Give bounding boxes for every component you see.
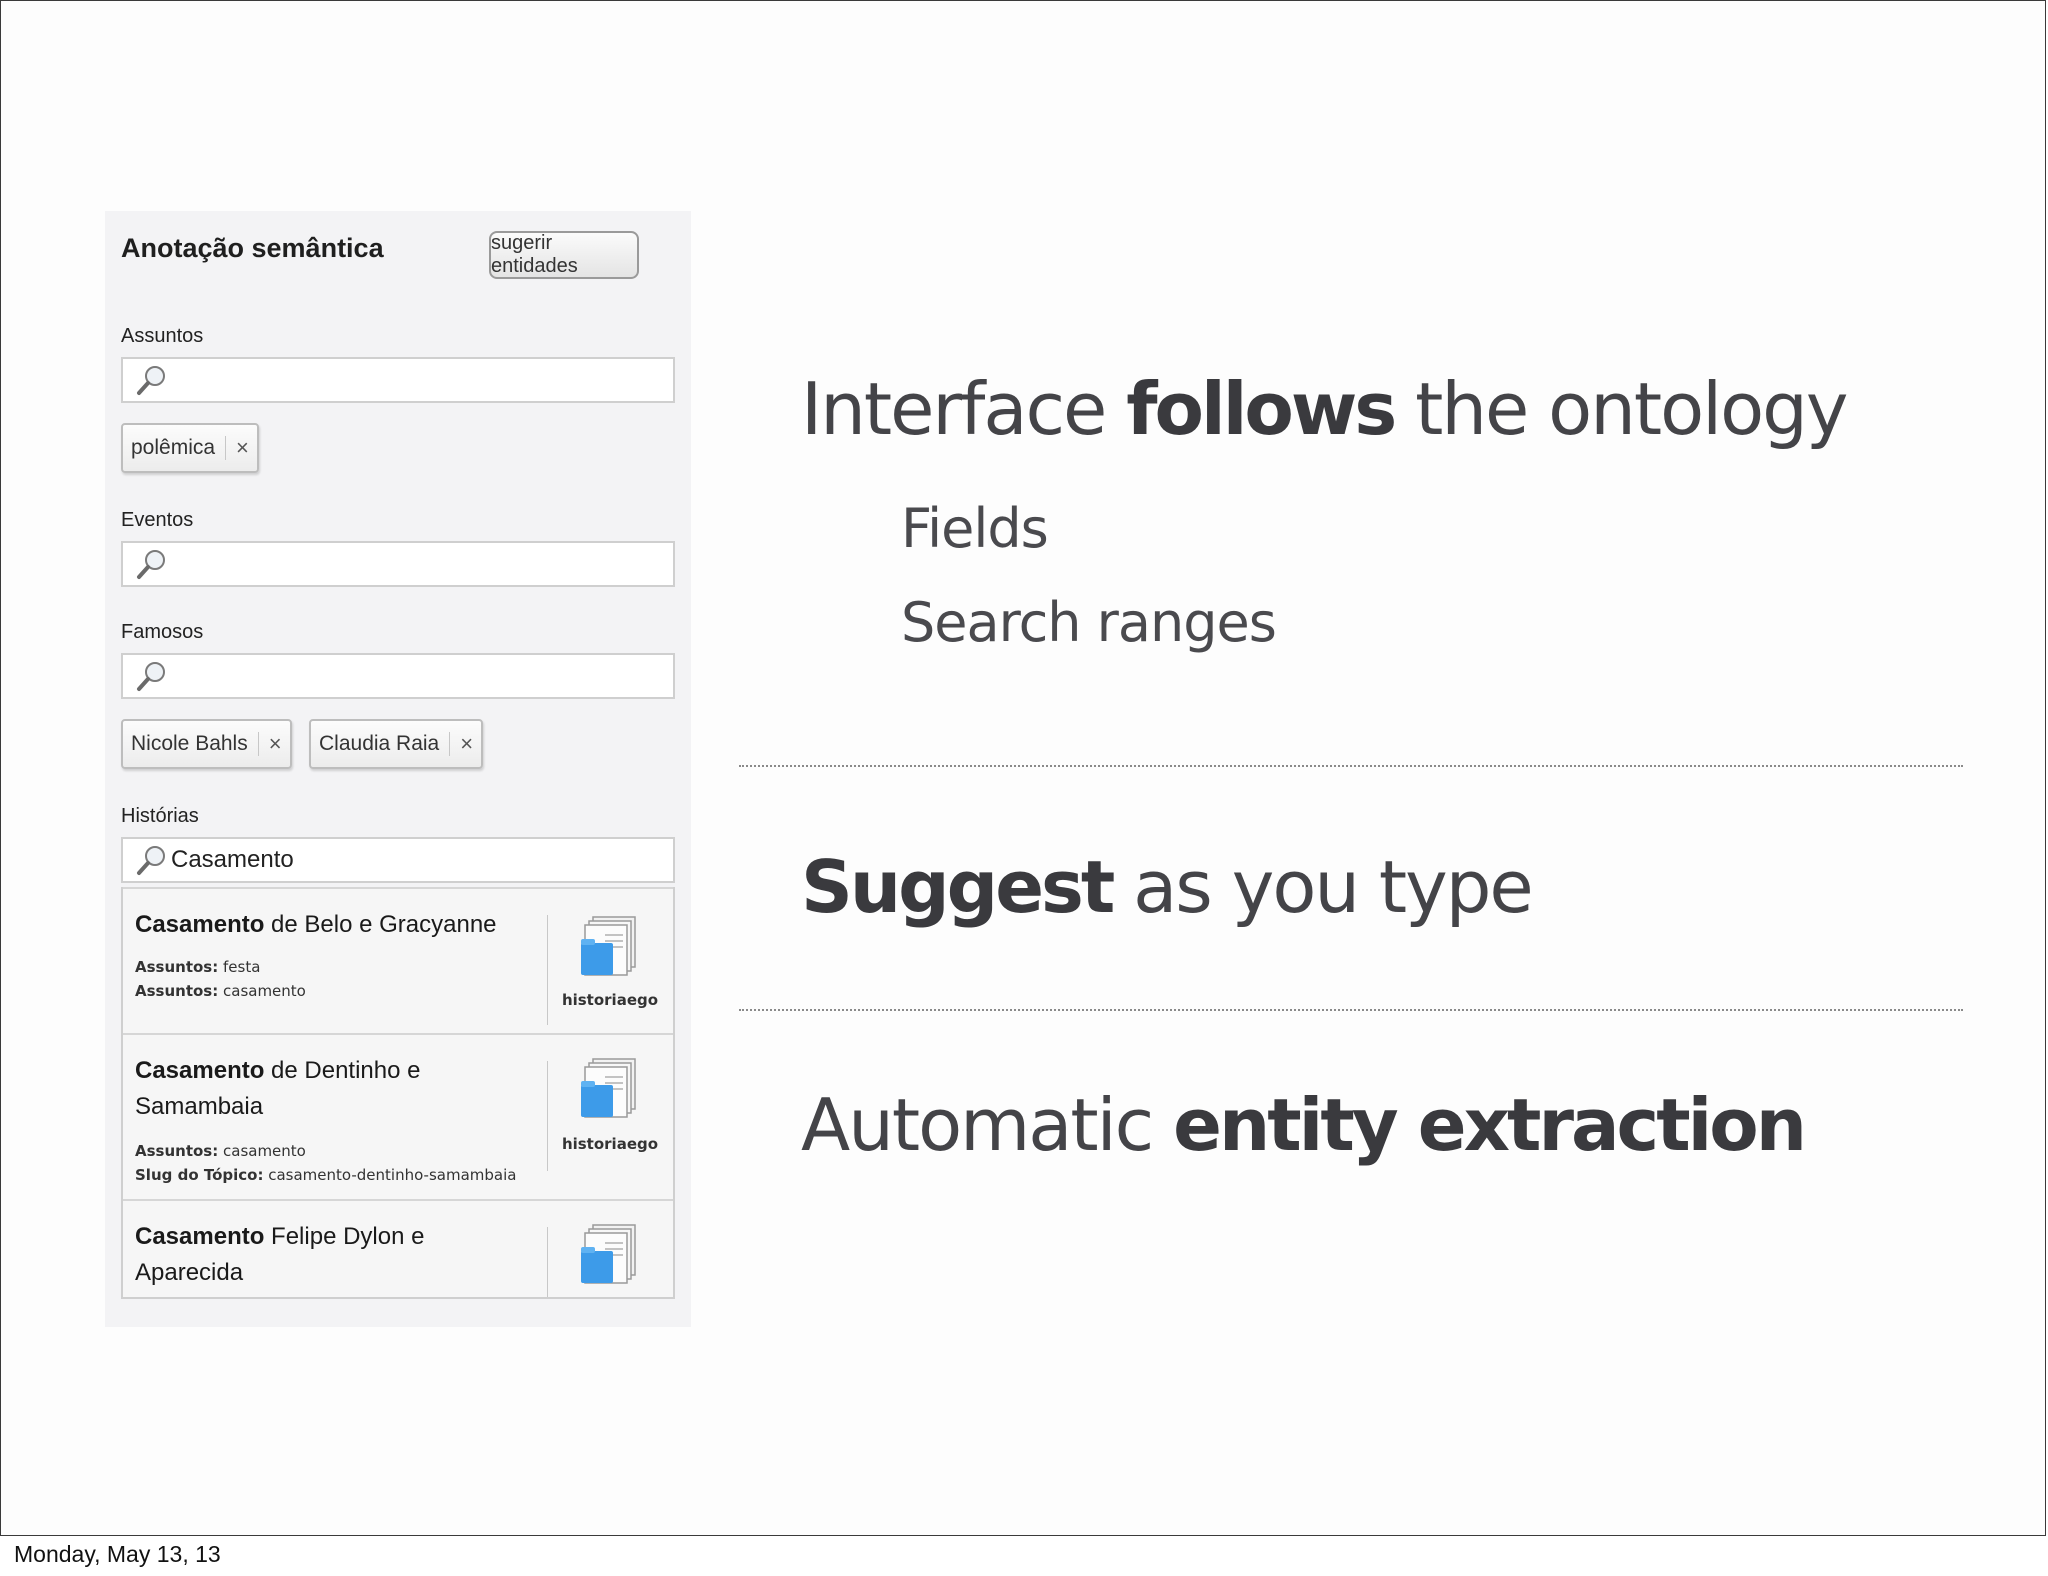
- search-icon: [137, 366, 165, 395]
- assuntos-search-input[interactable]: [121, 357, 675, 403]
- eventos-search-input[interactable]: [121, 541, 675, 587]
- search-icon: [137, 662, 165, 691]
- tag-label: Claudia Raia: [319, 732, 440, 755]
- historias-search-value: Casamento: [171, 846, 294, 873]
- panel-title: Anotação semântica: [121, 233, 384, 263]
- tag-polemica: polêmica ×: [121, 423, 259, 473]
- field-label-eventos: Eventos: [121, 509, 194, 531]
- subpoint-fields: Fields: [901, 497, 1049, 560]
- autocomplete-result[interactable]: Casamento de Dentinho e Samambaia Assunt…: [123, 1033, 673, 1199]
- tag-claudia-raia: Claudia Raia ×: [309, 719, 484, 769]
- search-icon: [137, 846, 165, 875]
- document-stack-icon: [581, 916, 636, 976]
- result-title: Casamento Felipe Dylon e Aparecida: [135, 1223, 425, 1286]
- subpoint-search-ranges: Search ranges: [901, 591, 1277, 654]
- autocomplete-results: Casamento de Belo e Gracyanne Assuntos: …: [121, 887, 675, 1299]
- result-divider: [547, 915, 548, 1025]
- document-stack-icon: [581, 1058, 636, 1118]
- result-divider: [547, 1227, 548, 1297]
- point-interface-follows-ontology: Interface follows the ontology: [801, 367, 1848, 451]
- tag-nicole-bahls: Nicole Bahls ×: [121, 719, 292, 769]
- historias-search-input[interactable]: Casamento: [121, 837, 675, 883]
- tag-separator: [257, 732, 259, 756]
- suggest-entities-button[interactable]: sugerir entidades: [489, 231, 639, 279]
- dotted-divider: [739, 1009, 1963, 1011]
- footer-date: Monday, May 13, 13: [14, 1541, 221, 1567]
- result-meta: Assuntos: casamento Slug do Tópico: casa…: [135, 1142, 517, 1184]
- point-automatic-entity-extraction: Automatic entity extraction: [801, 1083, 1807, 1167]
- search-icon: [137, 550, 165, 579]
- result-source: historiaego: [561, 1135, 659, 1153]
- field-label-historias: Histórias: [121, 805, 199, 827]
- tag-separator: [449, 732, 451, 756]
- tag-label: Nicole Bahls: [131, 732, 248, 755]
- document-stack-icon: [581, 1224, 636, 1284]
- tag-separator: [225, 436, 227, 460]
- autocomplete-result[interactable]: Casamento Felipe Dylon e Aparecida: [123, 1199, 673, 1297]
- dotted-divider: [739, 765, 1963, 767]
- autocomplete-result[interactable]: Casamento de Belo e Gracyanne Assuntos: …: [123, 887, 673, 1033]
- slide: Anotação semântica sugerir entidades Ass…: [0, 0, 2046, 1536]
- result-title: Casamento de Dentinho e Samambaia: [135, 1057, 421, 1120]
- field-label-famosos: Famosos: [121, 621, 204, 643]
- result-divider: [547, 1061, 548, 1171]
- field-label-assuntos: Assuntos: [121, 325, 204, 347]
- famosos-search-input[interactable]: [121, 653, 675, 699]
- remove-tag-icon[interactable]: ×: [269, 731, 282, 757]
- point-suggest-as-you-type: Suggest as you type: [801, 845, 1534, 929]
- remove-tag-icon[interactable]: ×: [460, 731, 473, 757]
- result-title: Casamento de Belo e Gracyanne: [135, 911, 497, 938]
- remove-tag-icon[interactable]: ×: [236, 435, 249, 461]
- result-source: historiaego: [561, 991, 659, 1009]
- result-meta: Assuntos: festa Assuntos: casamento: [135, 958, 306, 1000]
- tag-label: polêmica: [131, 436, 216, 459]
- semantic-annotation-panel: Anotação semântica sugerir entidades Ass…: [105, 211, 691, 1327]
